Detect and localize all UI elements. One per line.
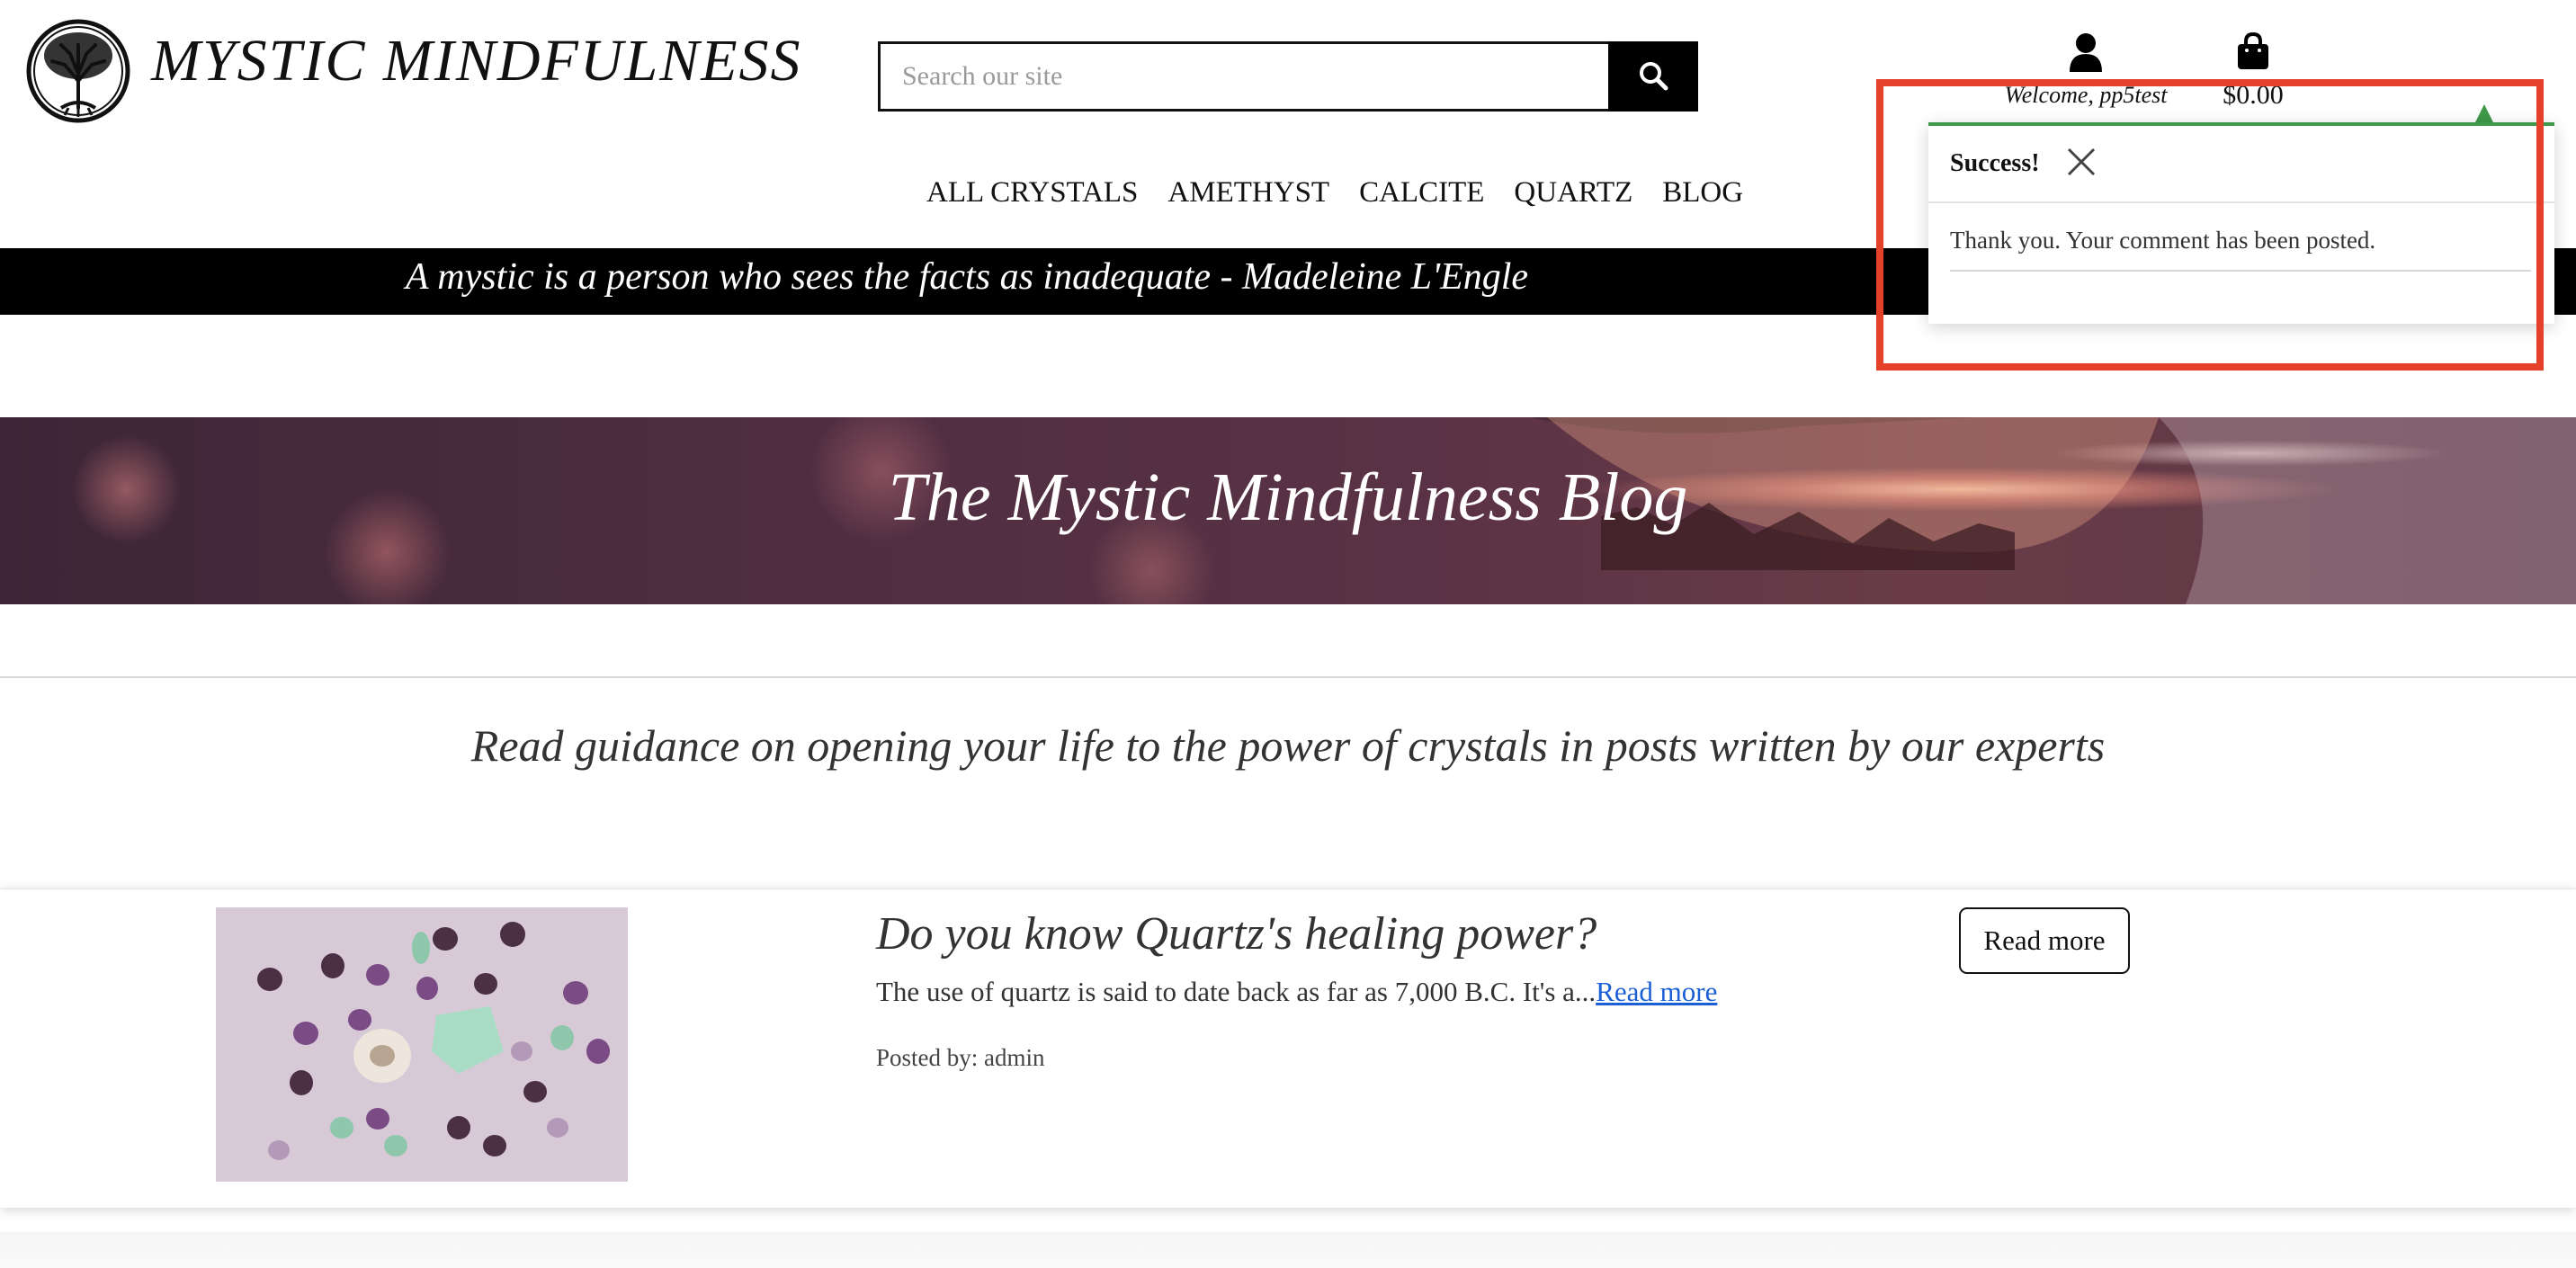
main-nav: ALL CRYSTALS AMETHYST CALCITE QUARTZ BLO… [926,176,1743,210]
search-button[interactable] [1608,41,1698,112]
blog-post-card: Do you know Quartz's healing power? The … [0,888,2576,1208]
search-form [878,41,1698,112]
next-post-card [0,1232,2576,1268]
quote-text: A mystic is a person who sees the facts … [405,256,1529,298]
user-icon [2068,33,2104,76]
post-author: Posted by: admin [876,1044,1045,1071]
post-title[interactable]: Do you know Quartz's healing power? [876,907,1597,960]
shopping-bag-icon [2236,31,2270,74]
search-input[interactable] [878,41,1608,112]
nav-item-amethyst[interactable]: AMETHYST [1167,176,1329,210]
post-thumbnail[interactable] [216,907,628,1182]
section-divider [0,676,2576,678]
hero-title: The Mystic Mindfulness Blog [888,460,1688,535]
read-more-button[interactable]: Read more [1959,907,2130,974]
highlight-box [1876,79,2544,371]
blog-subtitle: Read guidance on opening your life to th… [470,720,2106,771]
post-excerpt-text: The use of quartz is said to date back a… [876,976,1597,1007]
post-read-more-link[interactable]: Read more [1596,976,1717,1007]
nav-item-calcite[interactable]: CALCITE [1359,176,1484,210]
search-icon [1638,60,1668,94]
nav-item-quartz[interactable]: QUARTZ [1514,176,1632,210]
tree-of-life-logo-icon[interactable] [25,18,131,124]
brand-name[interactable]: MYSTIC MINDFULNESS [151,27,802,95]
nav-item-all-crystals[interactable]: ALL CRYSTALS [926,176,1138,210]
post-excerpt: The use of quartz is said to date back a… [876,976,1717,1008]
blog-hero: The Mystic Mindfulness Blog [0,417,2576,604]
nav-item-blog[interactable]: BLOG [1662,176,1743,210]
